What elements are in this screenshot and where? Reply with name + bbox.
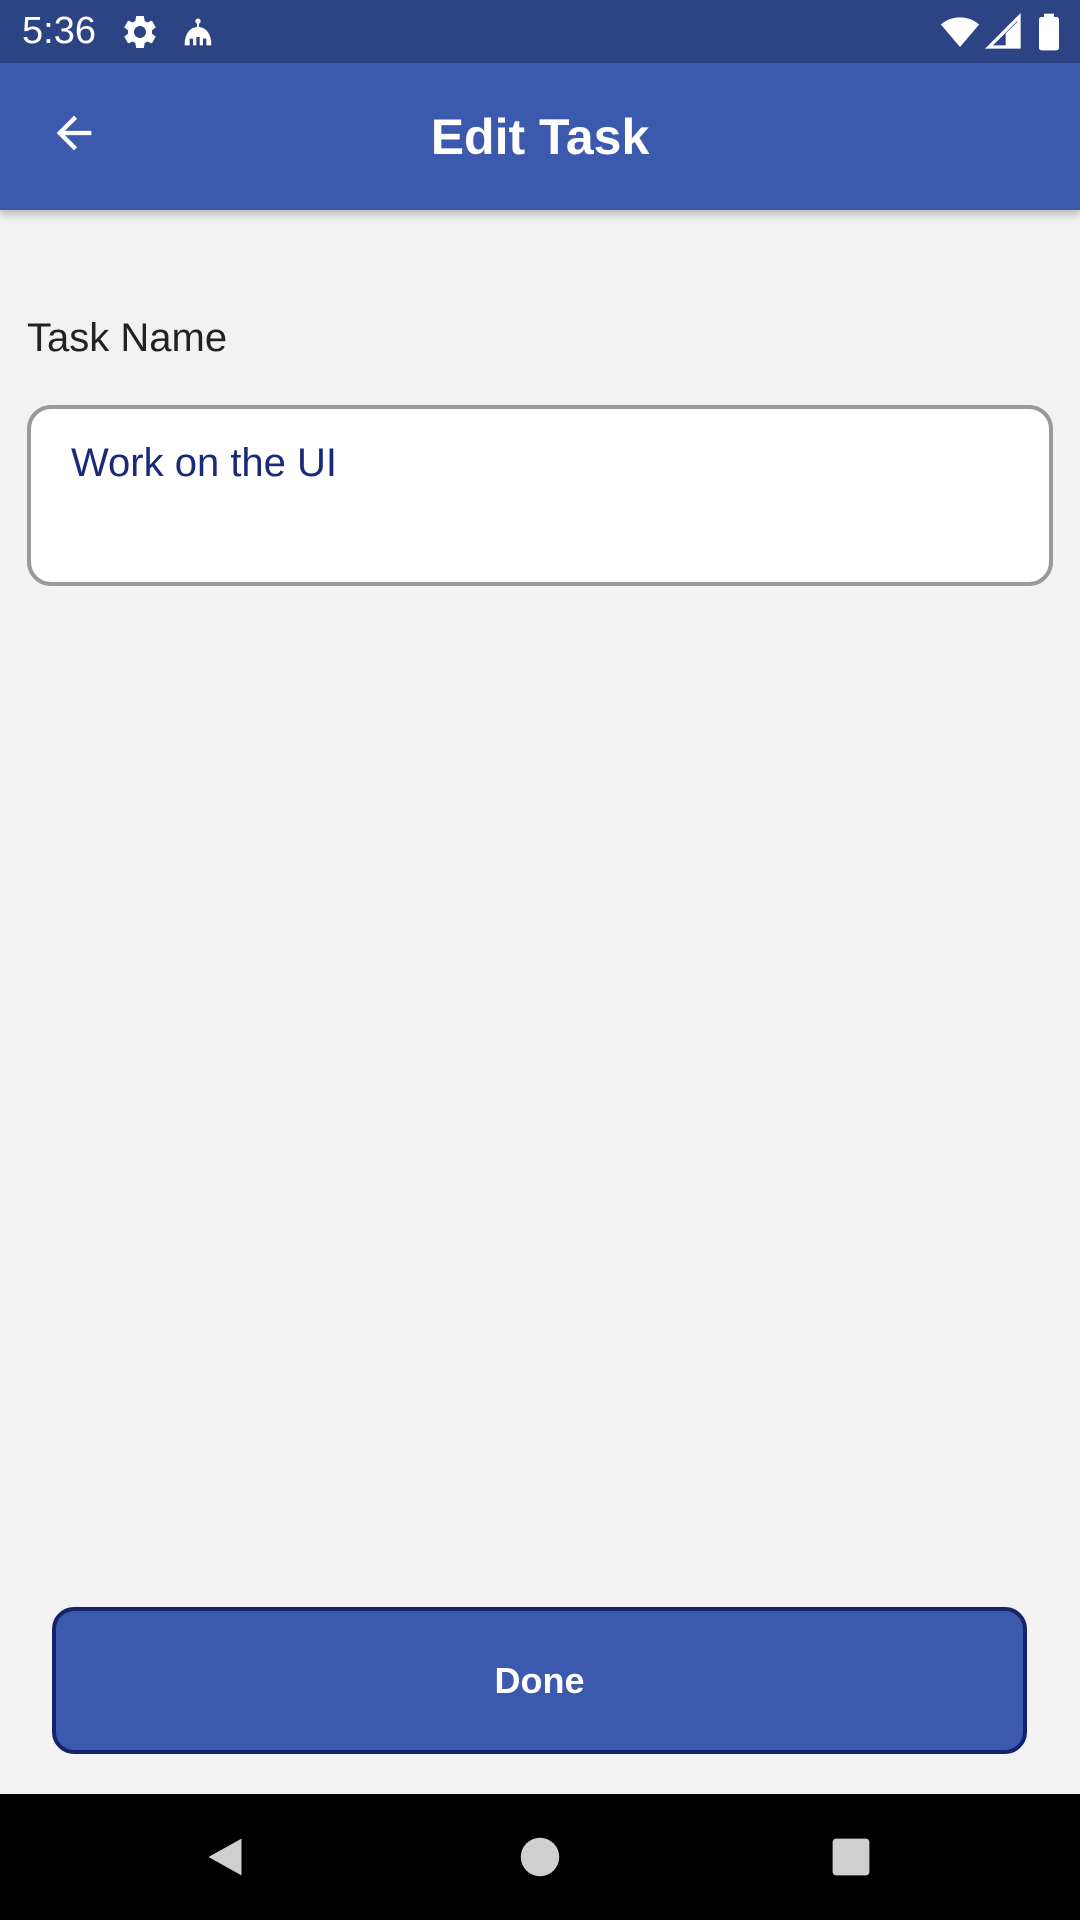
status-bar: 5:36 <box>0 0 1080 63</box>
done-button[interactable]: Done <box>52 1607 1027 1754</box>
android-debug-icon <box>184 18 212 46</box>
app-bar: Edit Task <box>0 63 1080 210</box>
recents-square-icon <box>832 1838 870 1876</box>
gear-icon <box>124 15 156 48</box>
system-nav-bar <box>0 1794 1080 1920</box>
page-title: Edit Task <box>430 109 650 165</box>
task-name-input[interactable]: Work on the UI <box>27 405 1053 586</box>
battery-icon <box>1039 13 1059 51</box>
nav-back-button[interactable] <box>192 1824 258 1890</box>
home-circle-icon <box>520 1837 560 1877</box>
nav-home-button[interactable] <box>507 1824 573 1890</box>
status-time: 5:36 <box>22 10 96 52</box>
cellular-signal-icon <box>984 12 1021 49</box>
wifi-icon <box>940 17 980 47</box>
task-name-label: Task Name <box>27 316 228 360</box>
back-triangle-icon <box>208 1838 242 1876</box>
nav-recents-button[interactable] <box>818 1824 884 1890</box>
